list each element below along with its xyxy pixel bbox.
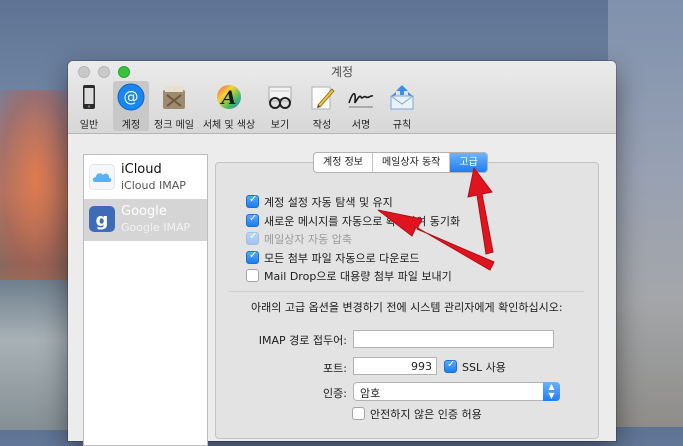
- annotation-arrow-right: [467, 166, 494, 255]
- annotation-arrows: [377, 166, 495, 271]
- annotation-arrow-left: [377, 209, 495, 271]
